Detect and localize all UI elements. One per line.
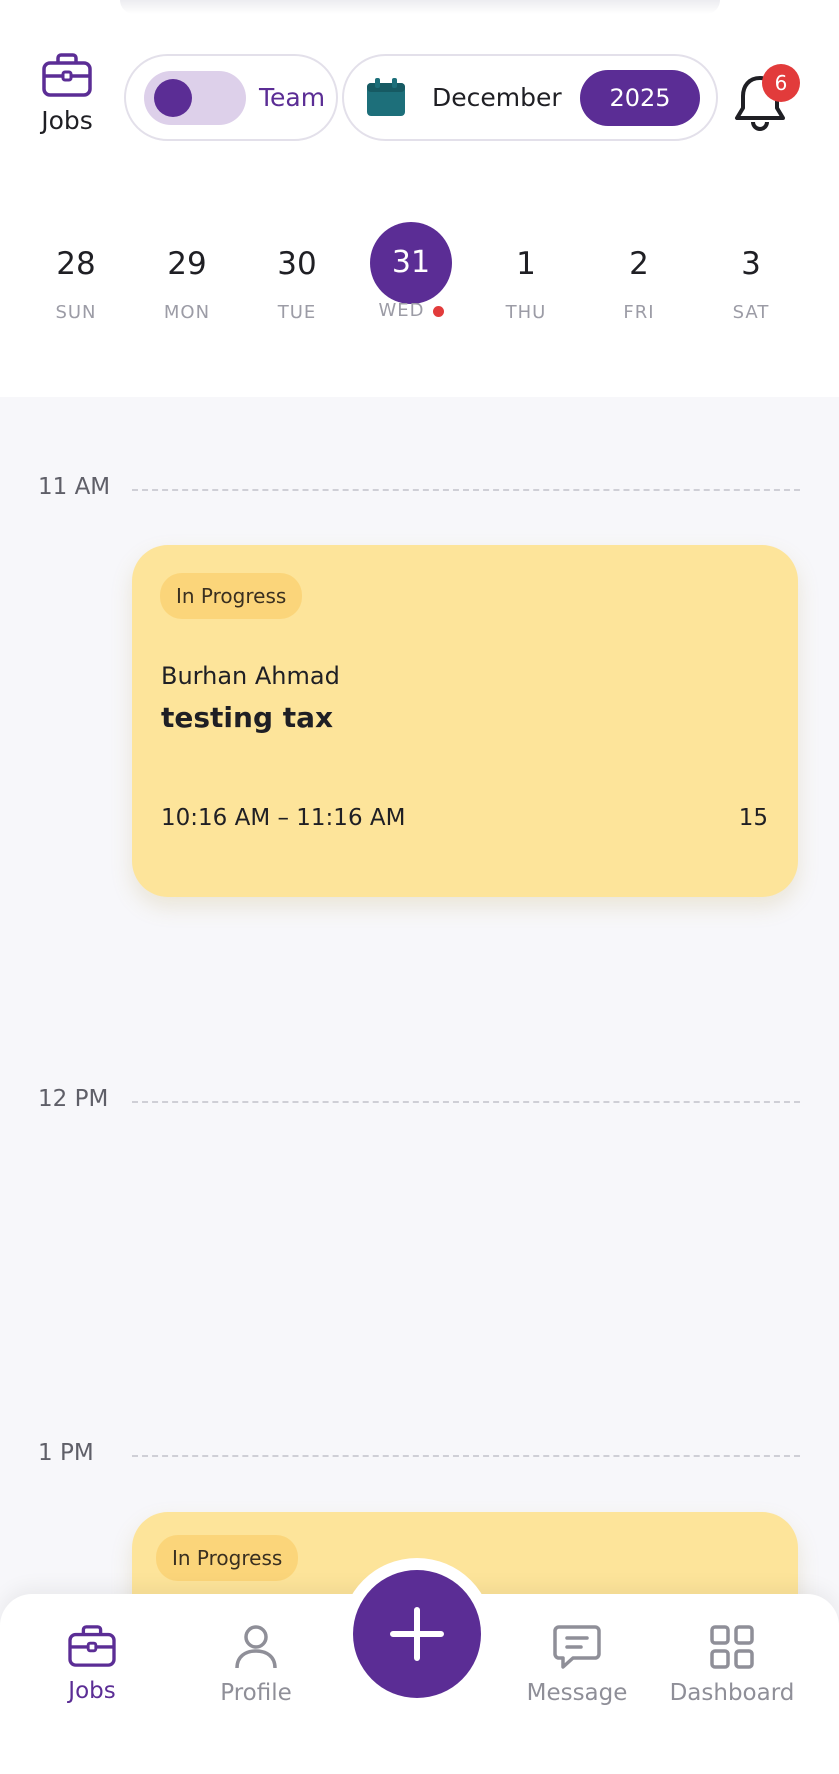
nav-dashboard-label: Dashboard bbox=[669, 1680, 795, 1706]
jobs-shortcut-label: Jobs bbox=[41, 106, 93, 135]
time-label: 1 PM bbox=[38, 1440, 94, 1466]
time-slot-11am: 11 AM bbox=[38, 474, 800, 504]
calendar-icon bbox=[366, 78, 406, 122]
job-time-range: 10:16 AM – 11:16 AM bbox=[161, 805, 406, 831]
day-number: 29 bbox=[167, 246, 207, 282]
person-icon bbox=[191, 1624, 321, 1670]
day-number: 30 bbox=[277, 246, 317, 282]
month-label: December bbox=[432, 83, 562, 112]
toggle-knob bbox=[154, 79, 192, 117]
day-name: SAT bbox=[732, 302, 770, 323]
briefcase-icon bbox=[27, 1624, 157, 1668]
nav-message-label: Message bbox=[526, 1680, 628, 1706]
add-job-button[interactable] bbox=[353, 1570, 481, 1698]
team-toggle-switch[interactable] bbox=[144, 71, 246, 125]
day-name-row: WED bbox=[366, 300, 456, 321]
day-fri[interactable]: 2 FRI bbox=[594, 222, 684, 342]
chat-bubble-icon bbox=[512, 1624, 642, 1670]
time-divider bbox=[132, 1455, 800, 1457]
day-name: MON bbox=[163, 302, 211, 323]
day-number: 31 bbox=[370, 222, 452, 304]
day-number: 3 bbox=[741, 246, 761, 282]
year-button[interactable]: 2025 bbox=[580, 70, 700, 126]
day-name: FRI bbox=[623, 302, 655, 323]
day-name: WED bbox=[378, 300, 425, 321]
time-divider bbox=[132, 489, 800, 491]
team-toggle-pill[interactable]: Team bbox=[124, 54, 338, 141]
status-badge: In Progress bbox=[156, 1535, 299, 1581]
time-slot-12pm: 12 PM bbox=[38, 1086, 800, 1116]
time-slot-1pm: 1 PM bbox=[38, 1440, 800, 1470]
time-divider bbox=[132, 1101, 800, 1103]
month-picker[interactable]: December 2025 bbox=[342, 54, 718, 141]
nav-jobs-label: Jobs bbox=[68, 1678, 116, 1704]
day-mon[interactable]: 29 MON bbox=[142, 222, 232, 342]
nav-profile-label: Profile bbox=[220, 1680, 292, 1706]
day-tue[interactable]: 30 TUE bbox=[252, 222, 342, 342]
day-thu[interactable]: 1 THU bbox=[481, 222, 571, 342]
job-title: testing tax bbox=[161, 701, 334, 734]
header: Jobs Team December 2025 6 28 SUN 29 MON … bbox=[0, 0, 839, 397]
nav-profile[interactable]: Profile bbox=[191, 1624, 321, 1706]
time-label: 12 PM bbox=[38, 1086, 109, 1112]
grid-icon bbox=[667, 1624, 797, 1670]
day-number: 28 bbox=[56, 246, 96, 282]
day-name: SUN bbox=[55, 302, 97, 323]
briefcase-icon bbox=[30, 52, 104, 98]
day-number: 1 bbox=[516, 246, 536, 282]
time-label: 11 AM bbox=[38, 474, 111, 500]
jobs-shortcut[interactable]: Jobs bbox=[30, 52, 104, 142]
day-sat[interactable]: 3 SAT bbox=[706, 222, 796, 342]
notification-badge: 6 bbox=[762, 64, 800, 102]
notifications-button[interactable]: 6 bbox=[732, 62, 802, 132]
nav-message[interactable]: Message bbox=[512, 1624, 642, 1706]
day-name: THU bbox=[505, 302, 547, 323]
day-name: TUE bbox=[277, 302, 317, 323]
status-badge: In Progress bbox=[160, 573, 303, 619]
job-client: Burhan Ahmad bbox=[161, 662, 340, 690]
day-sun[interactable]: 28 SUN bbox=[31, 222, 121, 342]
job-card[interactable]: In Progress Burhan Ahmad testing tax 10:… bbox=[132, 545, 798, 897]
top-handle bbox=[120, 0, 720, 14]
team-label: Team bbox=[259, 83, 326, 112]
day-number: 2 bbox=[629, 246, 649, 282]
nav-dashboard[interactable]: Dashboard bbox=[667, 1624, 797, 1706]
job-count: 15 bbox=[738, 805, 768, 831]
nav-jobs[interactable]: Jobs bbox=[27, 1624, 157, 1704]
day-wed-selected[interactable]: 31 WED bbox=[366, 222, 456, 342]
event-dot bbox=[432, 305, 444, 317]
